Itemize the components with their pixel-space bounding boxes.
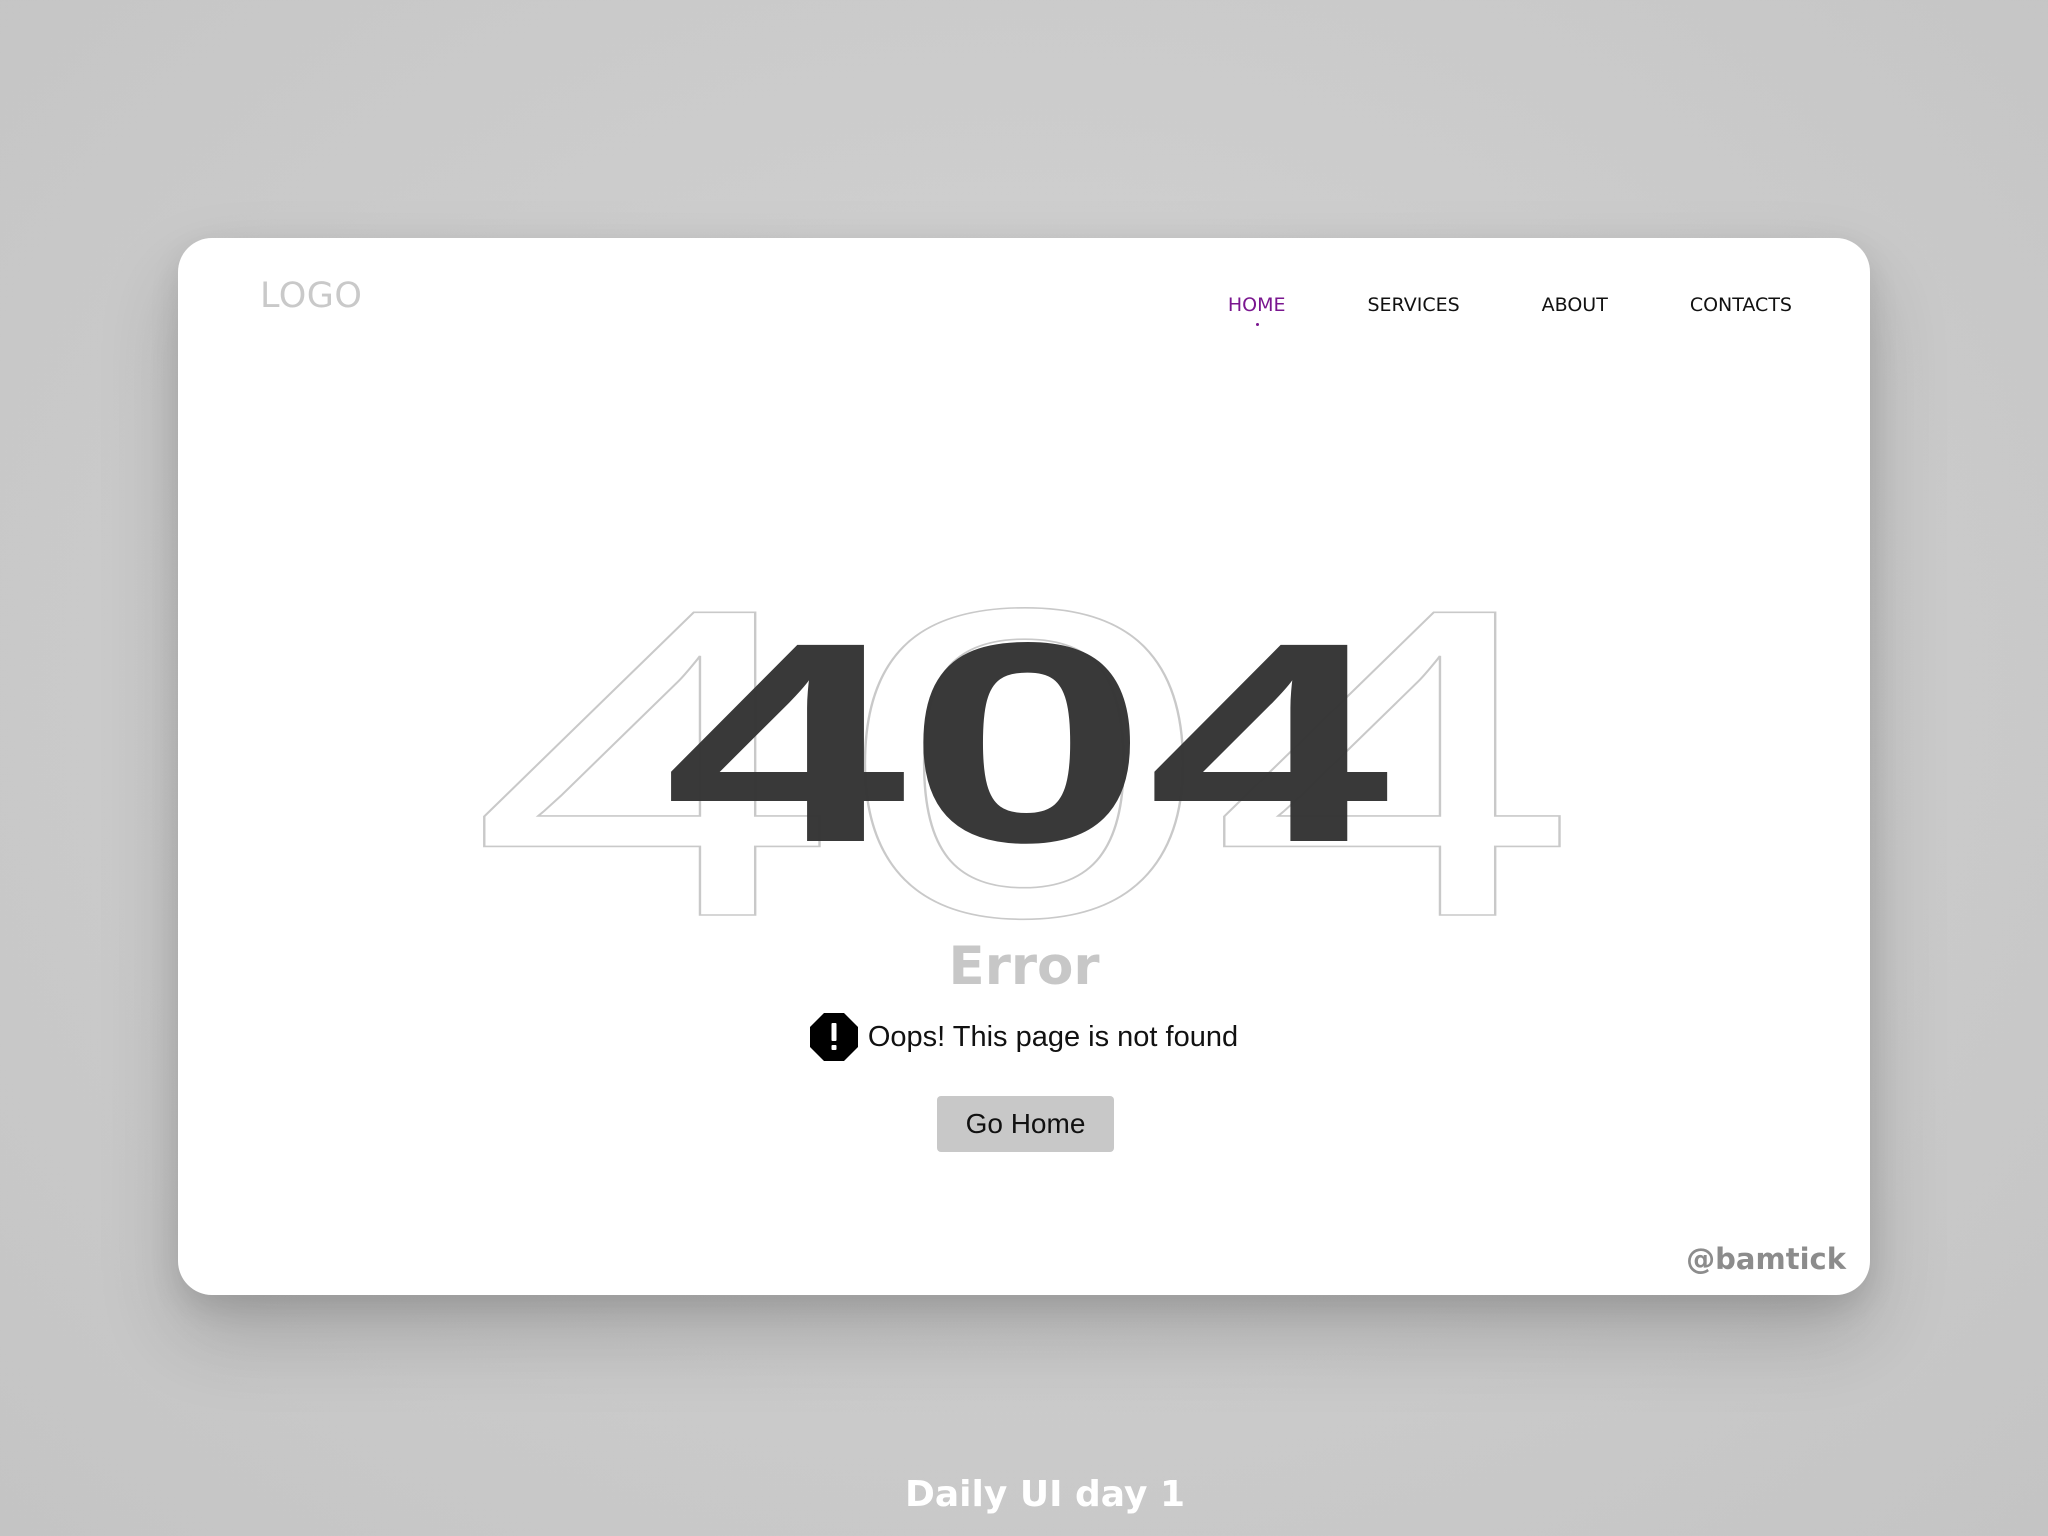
alert-octagon-icon — [809, 1013, 858, 1061]
error-heading: Error — [948, 936, 1100, 997]
page-card: LOGO HOME SERVICES ABOUT CONTACTS 404 40… — [178, 238, 1870, 1295]
main-404-text: 404 — [665, 584, 1393, 902]
error-message-text: Oops! This page is not found — [867, 1020, 1239, 1053]
author-credit: @bamtick — [1686, 1242, 1846, 1276]
error-message-row: Oops! This page is not found — [178, 1013, 1870, 1061]
shot-caption: Daily UI day 1 — [904, 1474, 1186, 1515]
go-home-button[interactable]: Go Home — [937, 1096, 1114, 1152]
